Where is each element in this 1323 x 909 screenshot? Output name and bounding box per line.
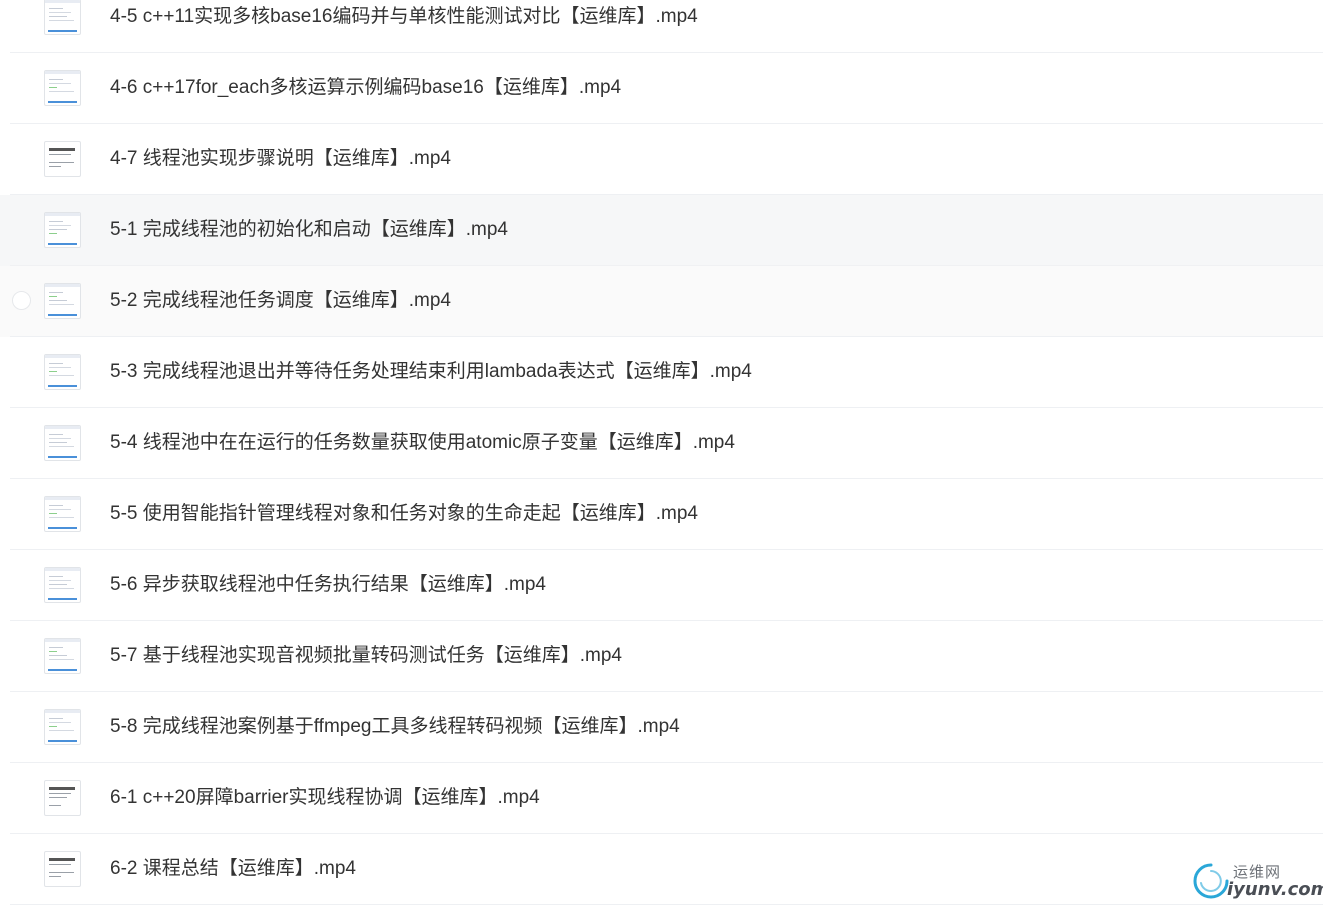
file-row[interactable]: 5-7 基于线程池实现音视频批量转码测试任务【运维库】.mp4 bbox=[0, 621, 1323, 692]
file-row[interactable]: 5-4 线程池中在在运行的任务数量获取使用atomic原子变量【运维库】.mp4 bbox=[0, 408, 1323, 479]
watermark-logo-icon bbox=[1193, 863, 1229, 899]
file-name: 5-8 完成线程池案例基于ffmpeg工具多线程转码视频【运维库】.mp4 bbox=[110, 716, 680, 737]
file-name: 5-1 完成线程池的初始化和启动【运维库】.mp4 bbox=[110, 219, 508, 240]
video-thumbnail-icon bbox=[44, 709, 81, 745]
file-row[interactable]: 6-1 c++20屏障barrier实现线程协调【运维库】.mp4 bbox=[0, 763, 1323, 834]
video-thumbnail-icon bbox=[44, 212, 81, 248]
file-name: 5-3 完成线程池退出并等待任务处理结束利用lambada表达式【运维库】.mp… bbox=[110, 361, 752, 382]
file-name: 5-2 完成线程池任务调度【运维库】.mp4 bbox=[110, 290, 451, 311]
file-row[interactable]: 5-1 完成线程池的初始化和启动【运维库】.mp4 bbox=[0, 195, 1323, 266]
video-thumbnail-icon bbox=[44, 70, 81, 106]
file-name: 5-4 线程池中在在运行的任务数量获取使用atomic原子变量【运维库】.mp4 bbox=[110, 432, 735, 453]
watermark-en-text: iyunv.com bbox=[1227, 879, 1323, 900]
video-thumbnail-icon bbox=[44, 567, 81, 603]
file-name: 4-5 c++11实现多核base16编码并与单核性能测试对比【运维库】.mp4 bbox=[110, 6, 698, 27]
file-row[interactable]: 4-6 c++17for_each多核运算示例编码base16【运维库】.mp4 bbox=[0, 53, 1323, 124]
select-checkbox[interactable] bbox=[12, 291, 31, 310]
file-row[interactable]: 5-2 完成线程池任务调度【运维库】.mp4 bbox=[0, 266, 1323, 337]
document-thumbnail-icon bbox=[44, 780, 81, 816]
file-row[interactable]: 5-6 异步获取线程池中任务执行结果【运维库】.mp4 bbox=[0, 550, 1323, 621]
document-thumbnail-icon bbox=[44, 141, 81, 177]
file-name: 5-5 使用智能指针管理线程对象和任务对象的生命走起【运维库】.mp4 bbox=[110, 503, 698, 524]
file-row[interactable]: 6-2 课程总结【运维库】.mp4 bbox=[0, 834, 1323, 905]
file-name: 6-2 课程总结【运维库】.mp4 bbox=[110, 858, 356, 879]
video-thumbnail-icon bbox=[44, 354, 81, 390]
file-row[interactable]: 5-5 使用智能指针管理线程对象和任务对象的生命走起【运维库】.mp4 bbox=[0, 479, 1323, 550]
file-name: 4-7 线程池实现步骤说明【运维库】.mp4 bbox=[110, 148, 451, 169]
video-thumbnail-icon bbox=[44, 283, 81, 319]
file-row[interactable]: 4-7 线程池实现步骤说明【运维库】.mp4 bbox=[0, 124, 1323, 195]
file-name: 5-6 异步获取线程池中任务执行结果【运维库】.mp4 bbox=[110, 574, 546, 595]
video-thumbnail-icon bbox=[44, 425, 81, 461]
site-watermark: 运维网 iyunv.com bbox=[1191, 859, 1323, 903]
file-name: 4-6 c++17for_each多核运算示例编码base16【运维库】.mp4 bbox=[110, 77, 622, 98]
file-list: 4-5 c++11实现多核base16编码并与单核性能测试对比【运维库】.mp4… bbox=[0, 0, 1323, 905]
video-thumbnail-icon bbox=[44, 496, 81, 532]
video-thumbnail-icon bbox=[44, 0, 81, 35]
file-row[interactable]: 5-3 完成线程池退出并等待任务处理结束利用lambada表达式【运维库】.mp… bbox=[0, 337, 1323, 408]
file-name: 6-1 c++20屏障barrier实现线程协调【运维库】.mp4 bbox=[110, 787, 540, 808]
file-name: 5-7 基于线程池实现音视频批量转码测试任务【运维库】.mp4 bbox=[110, 645, 622, 666]
file-row[interactable]: 5-8 完成线程池案例基于ffmpeg工具多线程转码视频【运维库】.mp4 bbox=[0, 692, 1323, 763]
document-thumbnail-icon bbox=[44, 851, 81, 887]
video-thumbnail-icon bbox=[44, 638, 81, 674]
file-row[interactable]: 4-5 c++11实现多核base16编码并与单核性能测试对比【运维库】.mp4 bbox=[0, 0, 1323, 53]
